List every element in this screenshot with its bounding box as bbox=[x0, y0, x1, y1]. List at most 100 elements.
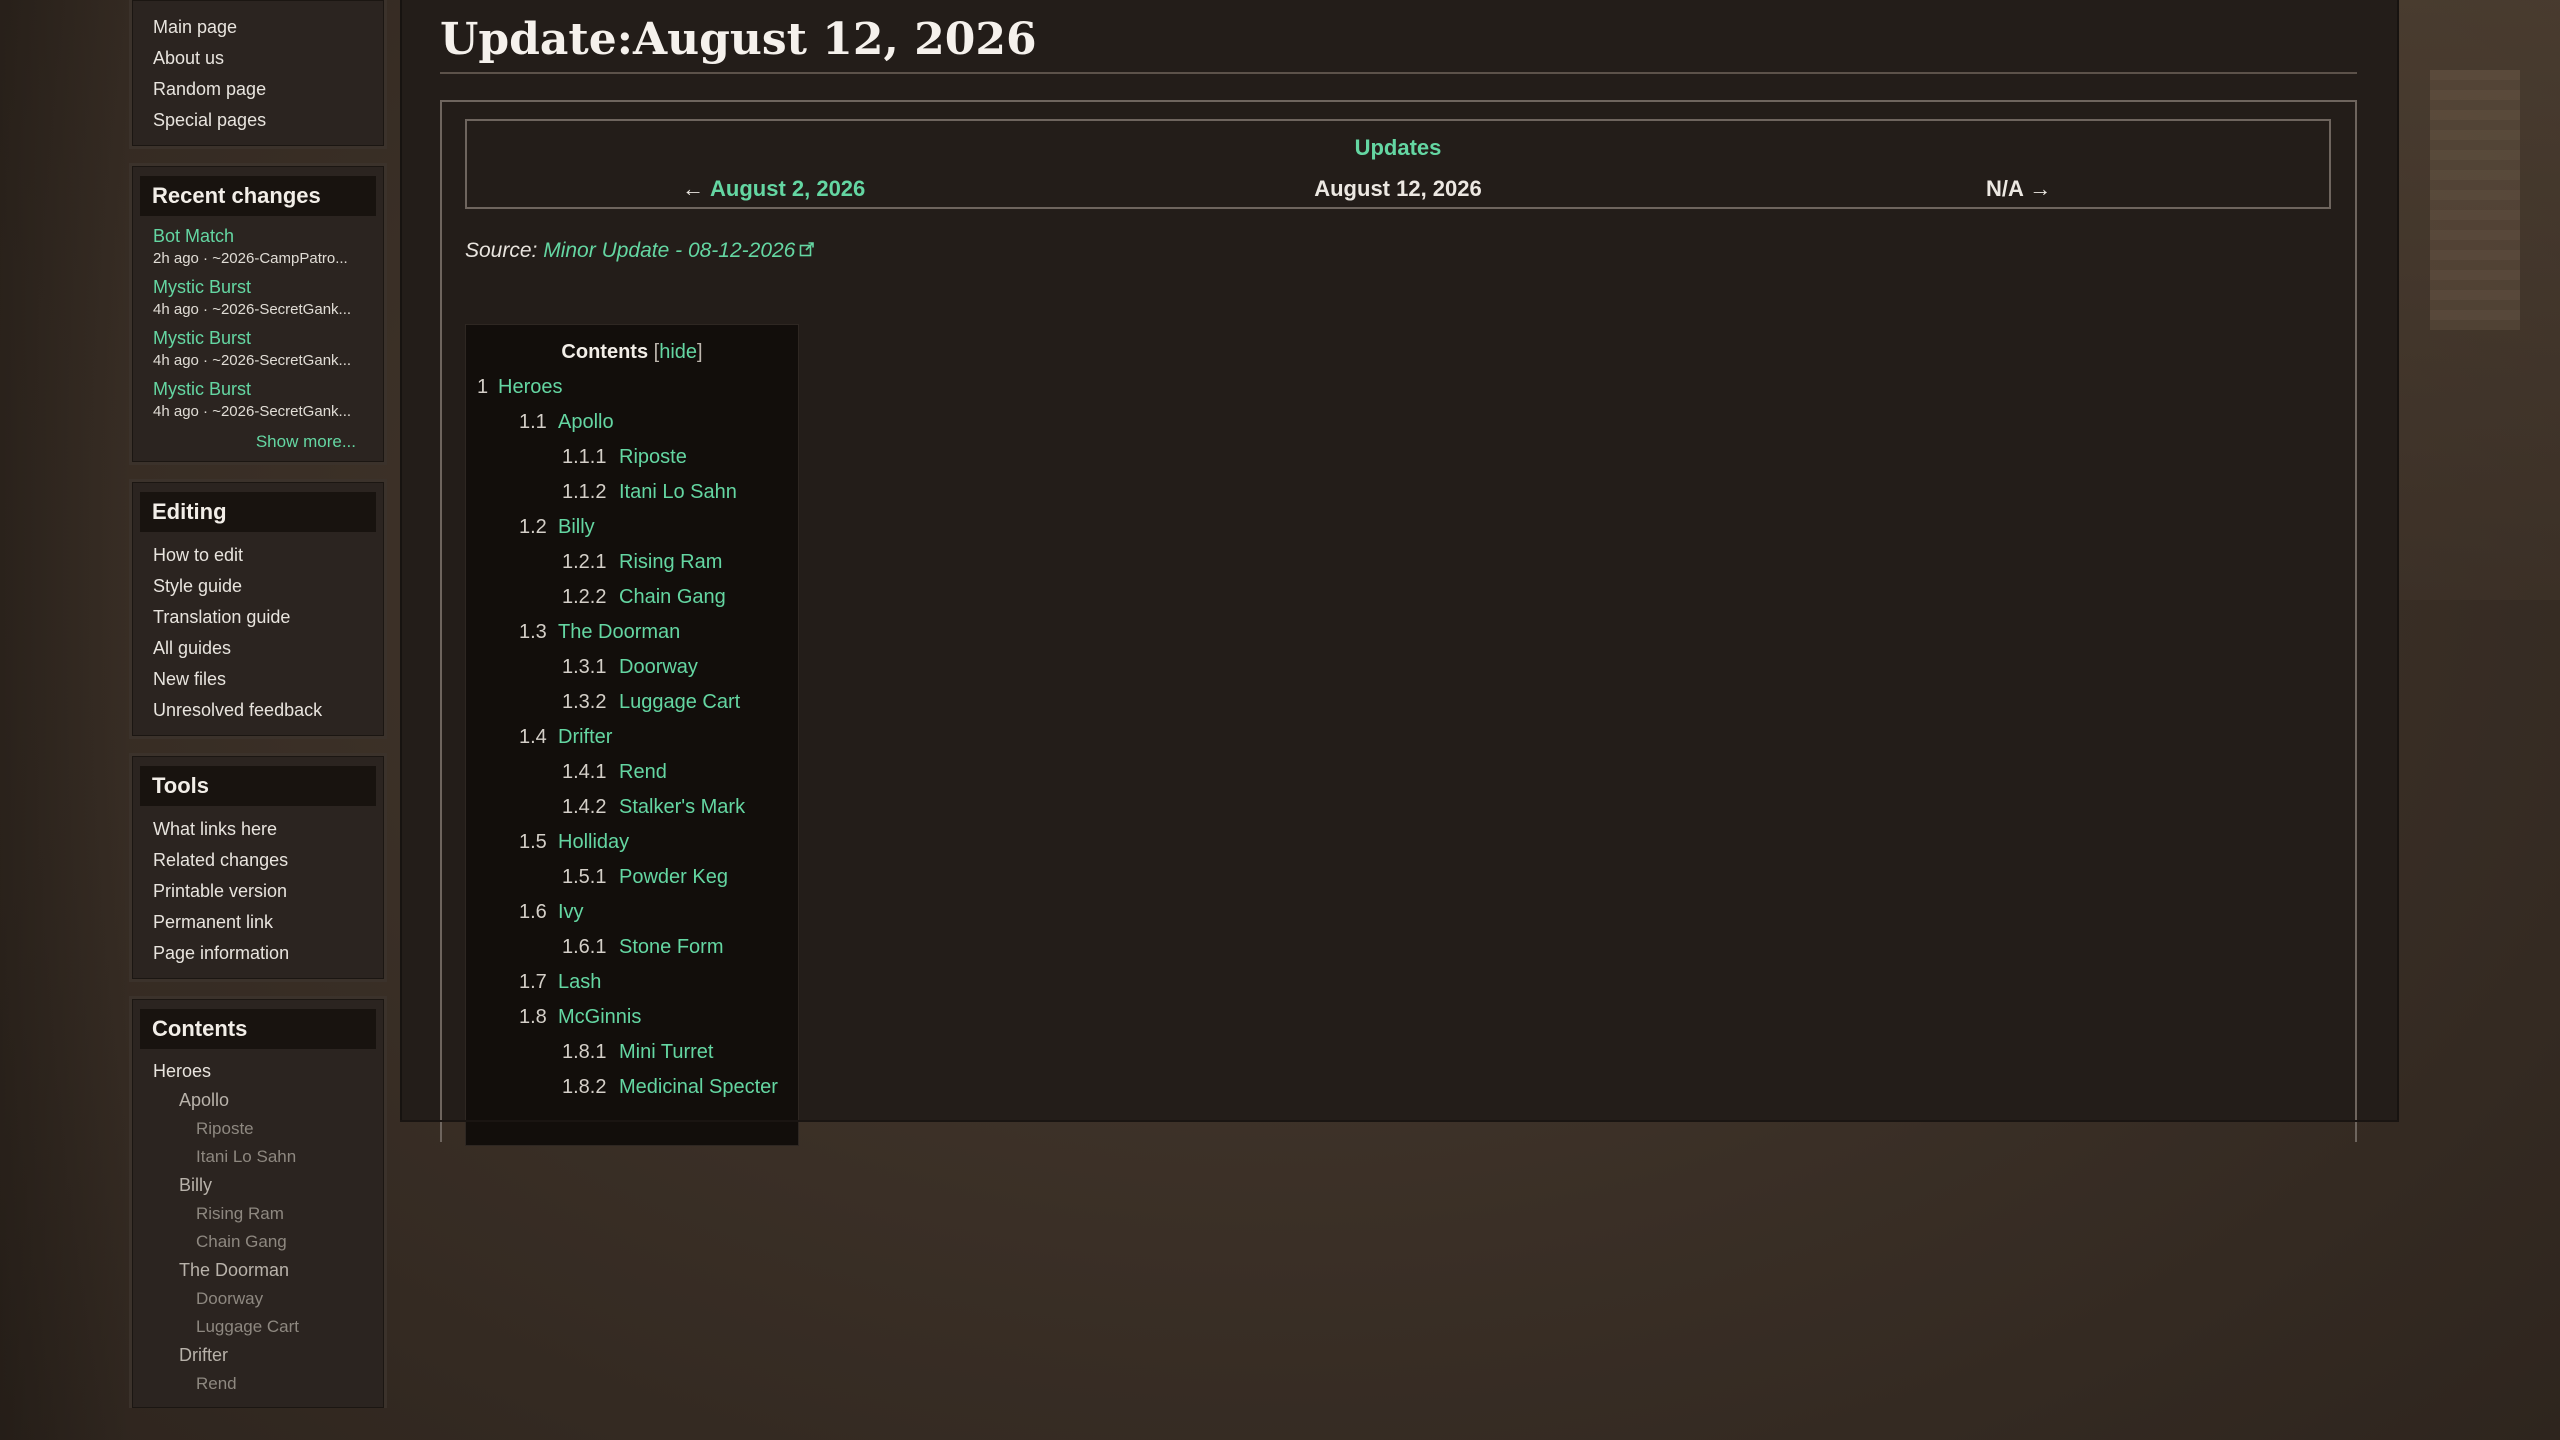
editing-portlet: Editing How to edit Style guide Translat… bbox=[129, 479, 387, 739]
editing-translation-guide[interactable]: Translation guide bbox=[153, 602, 376, 633]
toc-number: 1.6 bbox=[519, 901, 547, 923]
toc-number: 1.3.2 bbox=[562, 691, 607, 713]
tools-permanent-link[interactable]: Permanent link bbox=[153, 907, 376, 938]
background-building-art bbox=[2430, 70, 2520, 330]
toc-entry[interactable]: 1.5 Holliday bbox=[466, 831, 798, 866]
tools-printable-version[interactable]: Printable version bbox=[153, 876, 376, 907]
sidebar-contents-item[interactable]: Doorway bbox=[153, 1285, 376, 1313]
recent-change-title[interactable]: Mystic Burst bbox=[153, 377, 376, 401]
toc-link[interactable]: The Doorman bbox=[558, 621, 680, 643]
toc-number: 1 bbox=[477, 376, 489, 398]
toc-link[interactable]: Doorway bbox=[619, 656, 698, 678]
toc-entry[interactable]: 1.1.1 Riposte bbox=[466, 446, 798, 481]
sidebar-contents-item[interactable]: Billy bbox=[153, 1171, 376, 1200]
recent-changes-portlet: Recent changes Bot Match 2h ago · ~2026-… bbox=[129, 163, 387, 465]
tools-portlet: Tools What links here Related changes Pr… bbox=[129, 753, 387, 982]
recent-changes-heading: Recent changes bbox=[140, 176, 376, 216]
updates-title-link[interactable]: Updates bbox=[467, 135, 2329, 161]
toc-entry[interactable]: 1.3.1 Doorway bbox=[466, 656, 798, 691]
toc-number: 1.5.1 bbox=[562, 866, 607, 888]
toc-link[interactable]: Drifter bbox=[558, 726, 612, 748]
table-of-contents: Contents [hide] 1 Heroes 1.1 Apollo 1.1.1 R… bbox=[465, 324, 799, 1146]
tools-related-changes[interactable]: Related changes bbox=[153, 845, 376, 876]
toc-link[interactable]: Holliday bbox=[558, 831, 629, 853]
toc-link[interactable]: Billy bbox=[558, 516, 595, 538]
recent-change-item: Mystic Burst 4h ago · ~2026-SecretGank..… bbox=[140, 326, 376, 371]
updates-navbox: Updates ← August 2, 2026 August 12, 2026 … bbox=[465, 119, 2331, 209]
toc-entry[interactable]: 1.5.1 Powder Keg bbox=[466, 866, 798, 901]
sidebar-contents-item[interactable]: Heroes bbox=[153, 1057, 376, 1086]
editing-style-guide[interactable]: Style guide bbox=[153, 571, 376, 602]
toc-link[interactable]: Stone Form bbox=[619, 936, 723, 958]
toc-link[interactable]: Rend bbox=[619, 761, 667, 783]
recent-change-title[interactable]: Mystic Burst bbox=[153, 326, 376, 350]
recent-change-title[interactable]: Bot Match bbox=[153, 224, 376, 248]
sidebar-contents-item[interactable]: Apollo bbox=[153, 1086, 376, 1115]
toc-entry[interactable]: 1.2.1 Rising Ram bbox=[466, 551, 798, 586]
toc-entry[interactable]: 1.4.1 Rend bbox=[466, 761, 798, 796]
toc-link[interactable]: Medicinal Specter bbox=[619, 1076, 778, 1098]
toc-entry[interactable]: 1.2.2 Chain Gang bbox=[466, 586, 798, 621]
toc-link[interactable]: Itani Lo Sahn bbox=[619, 481, 737, 503]
editing-all-guides[interactable]: All guides bbox=[153, 633, 376, 664]
editing-heading: Editing bbox=[140, 492, 376, 532]
editing-how-to-edit[interactable]: How to edit bbox=[153, 540, 376, 571]
navigation-list: Main page About us Random page Special p… bbox=[140, 12, 376, 136]
toc-number: 1.3 bbox=[519, 621, 547, 643]
toc-entry[interactable]: 1.8 McGinnis bbox=[466, 1006, 798, 1041]
toc-entry[interactable]: 1.4 Drifter bbox=[466, 726, 798, 761]
nav-special-pages[interactable]: Special pages bbox=[153, 105, 376, 136]
sidebar-contents-item[interactable]: Riposte bbox=[153, 1115, 376, 1143]
sidebar-contents-item[interactable]: Itani Lo Sahn bbox=[153, 1143, 376, 1171]
toc-link[interactable]: Apollo bbox=[558, 411, 614, 433]
toc-link[interactable]: Heroes bbox=[498, 376, 562, 398]
toc-entry[interactable]: 1.1 Apollo bbox=[466, 411, 798, 446]
toc-entry[interactable]: 1.2 Billy bbox=[466, 516, 798, 551]
toc-entry[interactable]: 1.3 The Doorman bbox=[466, 621, 798, 656]
toc-link[interactable]: McGinnis bbox=[558, 1006, 641, 1028]
tools-what-links-here[interactable]: What links here bbox=[153, 814, 376, 845]
recent-change-meta: 4h ago · ~2026-SecretGank... bbox=[153, 352, 352, 369]
toc-entry[interactable]: 1.4.2 Stalker's Mark bbox=[466, 796, 798, 831]
toc-number: 1.4.1 bbox=[562, 761, 607, 783]
toc-entry[interactable]: 1.8.2 Medicinal Specter bbox=[466, 1076, 798, 1111]
toc-number: 1.4 bbox=[519, 726, 547, 748]
toc-hide-toggle[interactable]: hide bbox=[659, 341, 697, 363]
toc-link[interactable]: Stalker's Mark bbox=[619, 796, 745, 818]
toc-entry[interactable]: 1.8.1 Mini Turret bbox=[466, 1041, 798, 1076]
nav-random-page[interactable]: Random page bbox=[153, 74, 376, 105]
article-body: Updates ← August 2, 2026 August 12, 2026 … bbox=[440, 100, 2357, 1146]
sidebar-contents-item[interactable]: Rising Ram bbox=[153, 1200, 376, 1228]
toc-link[interactable]: Rising Ram bbox=[619, 551, 722, 573]
toc-link[interactable]: Powder Keg bbox=[619, 866, 728, 888]
toc-entry[interactable]: 1.6.1 Stone Form bbox=[466, 936, 798, 971]
editing-new-files[interactable]: New files bbox=[153, 664, 376, 695]
toc-link[interactable]: Lash bbox=[558, 971, 601, 993]
recent-change-item: Mystic Burst 4h ago · ~2026-SecretGank..… bbox=[140, 377, 376, 422]
sidebar-contents-item[interactable]: Drifter bbox=[153, 1341, 376, 1370]
toc-link[interactable]: Ivy bbox=[558, 901, 584, 923]
recent-change-item: Mystic Burst 4h ago · ~2026-SecretGank..… bbox=[140, 275, 376, 320]
source-link[interactable]: Minor Update - 08-12-2026 bbox=[543, 239, 795, 262]
show-more-link[interactable]: Show more... bbox=[140, 432, 376, 452]
toc-number: 1.1.1 bbox=[562, 446, 607, 468]
toc-link[interactable]: Mini Turret bbox=[619, 1041, 713, 1063]
sidebar-contents-item[interactable]: Chain Gang bbox=[153, 1228, 376, 1256]
toc-entry[interactable]: 1.1.2 Itani Lo Sahn bbox=[466, 481, 798, 516]
sidebar-contents-item[interactable]: Luggage Cart bbox=[153, 1313, 376, 1341]
sidebar-contents-item[interactable]: The Doorman bbox=[153, 1256, 376, 1285]
recent-change-title[interactable]: Mystic Burst bbox=[153, 275, 376, 299]
tools-page-information[interactable]: Page information bbox=[153, 938, 376, 969]
editing-unresolved-feedback[interactable]: Unresolved feedback bbox=[153, 695, 376, 726]
toc-entry[interactable]: 1.6 Ivy bbox=[466, 901, 798, 936]
toc-entry[interactable]: 1 Heroes bbox=[466, 376, 798, 411]
sidebar-contents-item[interactable]: Rend bbox=[153, 1370, 376, 1398]
toc-entry[interactable]: 1.3.2 Luggage Cart bbox=[466, 691, 798, 726]
nav-about-us[interactable]: About us bbox=[153, 43, 376, 74]
external-link-icon[interactable] bbox=[799, 239, 815, 263]
toc-link[interactable]: Riposte bbox=[619, 446, 687, 468]
nav-main-page[interactable]: Main page bbox=[153, 12, 376, 43]
toc-link[interactable]: Chain Gang bbox=[619, 586, 726, 608]
toc-link[interactable]: Luggage Cart bbox=[619, 691, 740, 713]
toc-entry[interactable]: 1.7 Lash bbox=[466, 971, 798, 1006]
